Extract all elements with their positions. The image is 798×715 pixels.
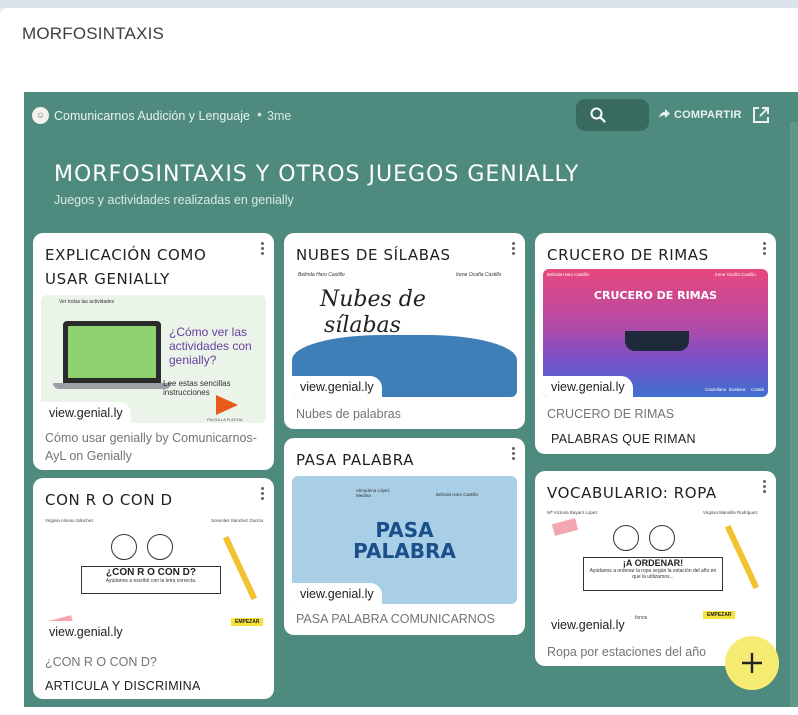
thumb-lang-2: Euskera (729, 387, 746, 392)
thumb-sub: Ayúdanos a escribir con la letra correct… (105, 578, 197, 584)
thumb-heading: ¿CON R O CON D? (106, 567, 196, 578)
thumb-right-author: Sonsoles Sánchez García (211, 518, 264, 523)
post-card[interactable]: EXPLICACIÓN COMO USAR GENIALLY Ver todas… (33, 233, 274, 470)
link-domain[interactable]: view.genial.ly (41, 621, 131, 642)
post-caption: Nubes de palabras (296, 407, 401, 421)
laptop-base (53, 383, 171, 389)
add-post-button[interactable] (725, 636, 779, 690)
plus-icon (742, 653, 762, 673)
arrow-right-icon (216, 395, 238, 415)
author-name[interactable]: Comunicarnos Audición y Lenguaje (54, 109, 250, 123)
thumb-right-author: Belinda Haro Castillo (436, 492, 479, 497)
post-thumbnail[interactable]: Belinda Haro Castillo Irene Ocaña Castil… (543, 269, 768, 397)
share-label: COMPARTIR (674, 109, 742, 121)
share-arrow-icon (659, 109, 670, 118)
pencil-image (222, 535, 258, 601)
thumb-chip: fonos (635, 615, 648, 621)
post-card[interactable]: NUBES DE SÍLABAS Belinda Haro Castillo I… (284, 233, 525, 429)
thumb-right-author: Irene Ocaña Castillo (456, 272, 502, 278)
author-logo-icon[interactable]: ☺ (32, 107, 49, 124)
post-caption: Ropa por estaciones del año (547, 645, 707, 659)
thumb-heading: ¿Cómo ver las actividades con genially? (169, 325, 252, 367)
ship-image (625, 331, 689, 351)
kids-drawing (103, 532, 183, 568)
start-button[interactable]: EMPEZAR (231, 618, 264, 626)
more-vert-icon[interactable] (512, 447, 516, 462)
thumb-heading: ¡A ORDENAR! (622, 558, 684, 568)
post-thumbnail[interactable]: Ver todas las actividades ¿Cómo ver las … (41, 295, 266, 423)
link-domain[interactable]: view.genial.ly (292, 376, 382, 397)
open-in-new-icon[interactable] (752, 106, 770, 124)
thumb-top-label: Ver todas las actividades (59, 299, 115, 305)
kids-drawing (605, 523, 685, 559)
thumb-lang-1: Castellano (705, 387, 727, 392)
thumb-lang-3: Català (751, 387, 765, 392)
board-header: ☺ Comunicarnos Audición y Lenguaje • 3me… (24, 92, 798, 142)
start-button[interactable]: EMPEZAR (703, 611, 736, 619)
thumb-banner: ¡A ORDENAR! Ayúdanos a ordenar la ropa s… (583, 557, 723, 591)
post-card[interactable]: CRUCERO DE RIMAS Belinda Haro Castillo I… (535, 233, 776, 454)
thumb-sub: Lee estas sencillas instrucciones (163, 379, 231, 397)
post-caption: CRUCERO DE RIMAS (547, 407, 675, 421)
laptop-image (63, 321, 161, 383)
post-card[interactable]: PASA PALABRA Almudena López Medina Belin… (284, 438, 525, 635)
post-body: ARTICULA Y DISCRIMINA (45, 679, 201, 693)
thumb-hint: PULSA LA FLECHA (207, 417, 243, 422)
thumb-sub: Ayúdanos a ordenar la ropa según la esta… (589, 568, 717, 580)
more-vert-icon[interactable] (261, 487, 265, 502)
post-thumbnail[interactable]: Almudena López Medina Belinda Haro Casti… (292, 476, 517, 604)
thumb-right-author: Virginia Mansilla Rodríguez (703, 510, 758, 515)
link-domain[interactable]: view.genial.ly (292, 583, 382, 604)
post-title: VOCABULARIO: ROPA (547, 484, 717, 502)
thumb-left-author: Mª Victoria Bayarri López (547, 510, 598, 515)
post-body: PALABRAS QUE RIMAN (551, 432, 696, 446)
top-strip (0, 0, 798, 8)
post-title: NUBES DE SÍLABAS (296, 246, 451, 264)
post-caption: ¿CON R O CON D? (45, 655, 157, 669)
post-title: PASA PALABRA (296, 451, 415, 469)
eraser-image (551, 518, 579, 536)
post-thumbnail[interactable]: Mª Victoria Bayarri López Virginia Mansi… (543, 507, 768, 635)
thumb-left-author: Virginia Alonso Sánchez (45, 518, 94, 523)
post-title: EXPLICACIÓN COMO USAR GENIALLY (45, 246, 207, 288)
search-button[interactable] (576, 99, 649, 131)
post-card[interactable]: CON R O CON D Virginia Alonso Sánchez So… (33, 478, 274, 699)
board-subtitle: Juegos y actividades realizadas en genia… (54, 193, 294, 207)
post-card[interactable]: VOCABULARIO: ROPA Mª Victoria Bayarri Ló… (535, 471, 776, 666)
thumb-right-author: Irene Ocaña Castillo (715, 272, 756, 277)
post-caption: Cómo usar genially by Comunicarnos-AyL o… (45, 431, 257, 463)
post-thumbnail[interactable]: Belinda Haro Castillo Irene Ocaña Castil… (292, 269, 517, 397)
post-title: CRUCERO DE RIMAS (547, 246, 709, 264)
more-vert-icon[interactable] (763, 480, 767, 495)
thumb-left-author: Belinda Haro Castillo (298, 272, 345, 278)
board-title: MORFOSINTAXIS Y OTROS JUEGOS GENIALLY (54, 162, 580, 187)
separator-dot: • (257, 106, 262, 122)
link-domain[interactable]: view.genial.ly (543, 376, 633, 397)
search-icon (590, 107, 606, 123)
thumb-banner: ¿CON R O CON D? Ayúdanos a escribir con … (81, 566, 221, 594)
post-title: CON R O CON D (45, 491, 173, 509)
link-domain[interactable]: view.genial.ly (41, 402, 131, 423)
padlet-board: ☺ Comunicarnos Audición y Lenguaje • 3me… (24, 92, 798, 707)
share-button[interactable]: COMPARTIR (659, 109, 742, 121)
thumb-heading-2: PALABRA (353, 539, 456, 563)
more-vert-icon[interactable] (261, 242, 265, 257)
thumb-left-author: Belinda Haro Castillo (547, 272, 590, 277)
thumb-heading-1: Nubes de (320, 287, 426, 312)
page-title: MORFOSINTAXIS (22, 24, 165, 43)
thumb-left-author: Almudena López Medina (356, 488, 390, 498)
post-thumbnail[interactable]: Virginia Alonso Sánchez Sonsoles Sánchez… (41, 514, 266, 642)
post-age: 3me (267, 109, 292, 123)
more-vert-icon[interactable] (763, 242, 767, 257)
more-vert-icon[interactable] (512, 242, 516, 257)
post-caption: PASA PALABRA COMUNICARNOS (296, 612, 495, 626)
board-scrollbar[interactable] (790, 122, 798, 707)
pencil-image (724, 524, 760, 590)
thumb-heading: CRUCERO DE RIMAS (593, 289, 718, 302)
link-domain[interactable]: view.genial.ly (543, 614, 633, 635)
